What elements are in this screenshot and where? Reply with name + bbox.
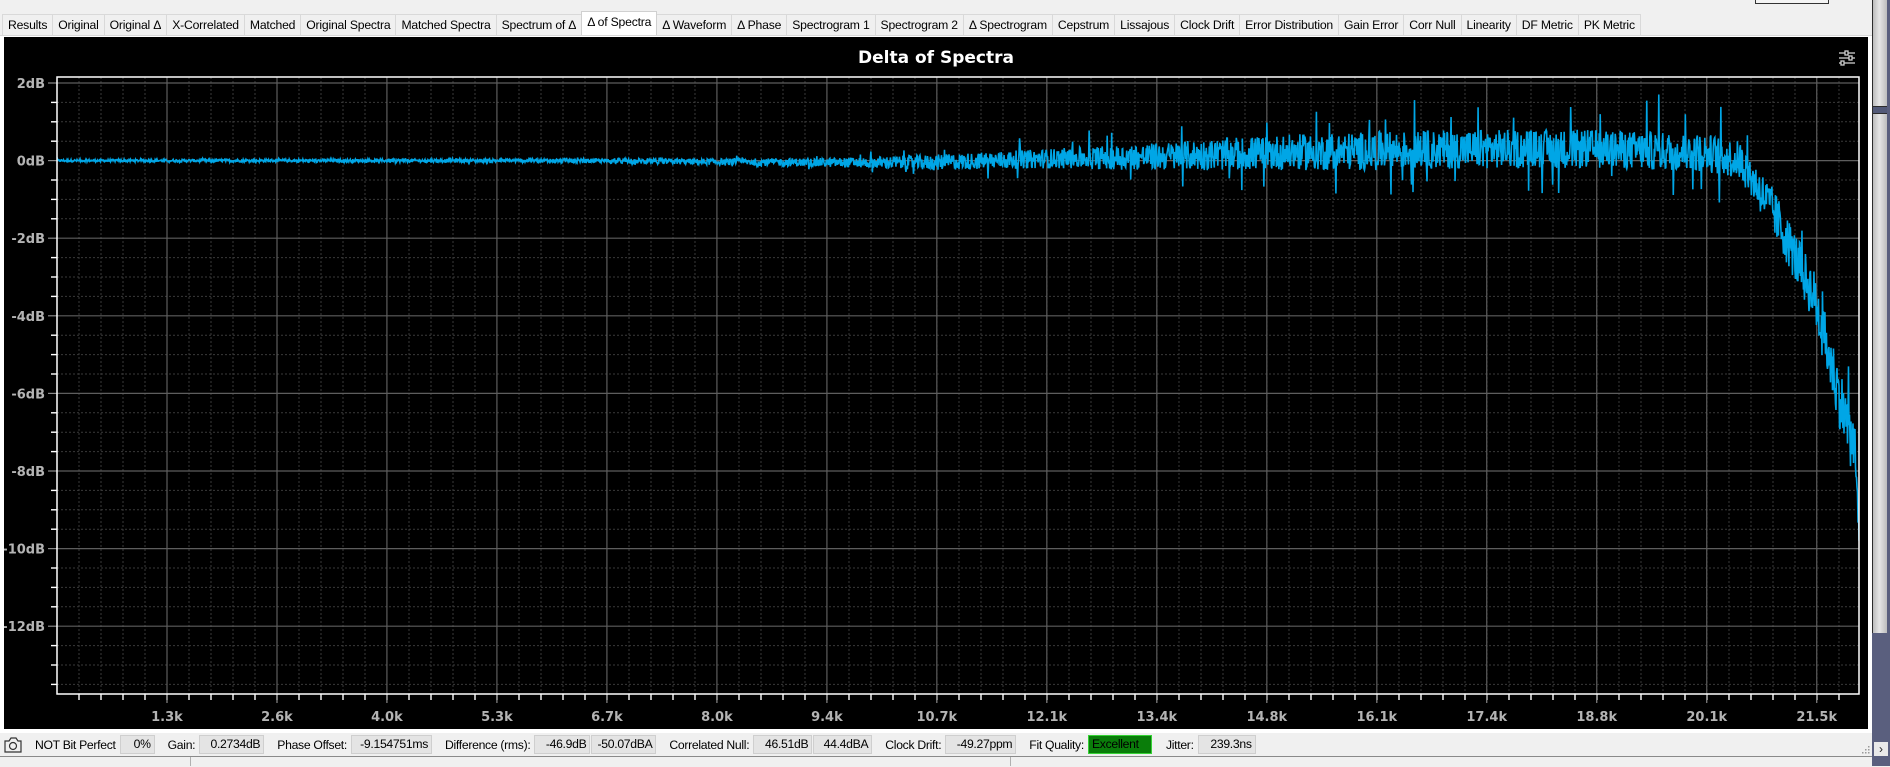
chart-title: Delta of Spectra [858, 48, 1014, 68]
tab-phase[interactable]: Δ Phase [731, 14, 788, 35]
splitter-1[interactable] [190, 757, 191, 766]
tab-gain-error[interactable]: Gain Error [1338, 14, 1405, 35]
clock-drift-label: Clock Drift: [885, 737, 942, 752]
tab-df-metric[interactable]: DF Metric [1515, 14, 1579, 35]
x-tick-label: 9.4k [811, 710, 843, 725]
jitter-value: 239.3ns [1197, 735, 1256, 754]
resize-grip-icon[interactable] [1860, 744, 1870, 754]
y-tick-label: -8dB [11, 465, 45, 480]
clock-drift-value: -49.27ppm [945, 735, 1017, 754]
phase-offset-value: -9.154751ms [351, 735, 432, 754]
y-tick-label: -2dB [11, 232, 45, 247]
x-tick-label: 21.5k [1796, 710, 1837, 725]
tab-linearity[interactable]: Linearity [1460, 14, 1517, 35]
x-tick-label: 12.1k [1026, 710, 1067, 725]
tab-results[interactable]: Results [2, 14, 54, 35]
scroll-right-button[interactable]: › [1874, 742, 1888, 756]
difference-label: Difference (rms): [445, 737, 531, 752]
tab-of-spectra[interactable]: Δ of Spectra [581, 11, 658, 35]
x-tick-label: 16.1k [1356, 710, 1397, 725]
y-tick-label: -4dB [11, 310, 45, 325]
bottom-strip [0, 756, 1872, 767]
x-tick-label: 10.7k [916, 710, 957, 725]
x-tick-label: 6.7k [591, 710, 623, 725]
difference-dba-value: -50.07dBA [591, 735, 657, 754]
phase-offset-label: Phase Offset: [277, 737, 347, 752]
vertical-scrollbar[interactable] [1872, 0, 1888, 633]
x-tick-label: 1.3k [151, 710, 183, 725]
splitter-2[interactable] [1010, 757, 1011, 766]
tab-matched[interactable]: Matched [243, 14, 302, 35]
bit-perfect-value: 0% [119, 735, 155, 754]
x-tick-label: 5.3k [481, 710, 513, 725]
x-tick-label: 13.4k [1136, 710, 1177, 725]
fit-quality-label: Fit Quality: [1029, 737, 1084, 752]
tab-original-spectra[interactable]: Original Spectra [300, 14, 397, 35]
tab-bar: Results Original Original Δ X-Correlated Mat… [2, 11, 1641, 35]
plot[interactable]: 2dB 0dB -2dB -4dB -6dB -8dB -10dB -12dB 1.3k 2.6k… [4, 37, 1868, 729]
tab-x-correlated[interactable]: X-Correlated [166, 14, 245, 35]
tab-error-distribution[interactable]: Error Distribution [1239, 14, 1340, 35]
correlated-null-label: Correlated Null: [669, 737, 750, 752]
correlated-null-db-value: 46.51dB [753, 735, 813, 754]
x-tick-label: 14.8k [1246, 710, 1287, 725]
tab-spectrogram-1[interactable]: Spectrogram 1 [786, 14, 876, 35]
tab-spectrogram[interactable]: Δ Spectrogram [962, 14, 1053, 35]
correlated-null-dba-value: 44.4dBA [813, 735, 873, 754]
tab-original[interactable]: Original Δ [103, 14, 168, 35]
tab-lissajous[interactable]: Lissajous [1114, 14, 1176, 35]
top-input-box[interactable] [1755, 0, 1829, 4]
series-line-delta-of-spectra [57, 94, 1859, 541]
fit-quality-badge: Excellent [1087, 735, 1152, 754]
x-tick-label: 2.6k [261, 710, 293, 725]
y-tick-label: 2dB [17, 77, 45, 92]
y-tick-label: -10dB [4, 543, 45, 558]
tab-corr-null[interactable]: Corr Null [1403, 14, 1462, 35]
y-tick-label: 0dB [17, 155, 45, 170]
tab-original[interactable]: Original [52, 14, 105, 35]
sliders-icon[interactable] [1838, 50, 1856, 66]
scrollbar-thumb[interactable] [1873, 106, 1887, 114]
x-tick-label: 8.0k [701, 710, 733, 725]
bit-perfect-label: NOT Bit Perfect [35, 737, 116, 752]
camera-icon[interactable] [3, 736, 23, 754]
x-tick-label: 4.0k [371, 710, 403, 725]
status-bar: NOT Bit Perfect 0% Gain: 0.2734dB Phase … [0, 733, 1872, 756]
tab-spectrogram-2[interactable]: Spectrogram 2 [874, 14, 964, 35]
tab-spectrum-of[interactable]: Spectrum of Δ [495, 14, 583, 35]
tab-cepstrum[interactable]: Cepstrum [1051, 14, 1116, 35]
x-tick-label: 17.4k [1466, 710, 1507, 725]
jitter-label: Jitter: [1165, 737, 1194, 752]
tab-waveform[interactable]: Δ Waveform [656, 14, 733, 35]
tab-clock-drift[interactable]: Clock Drift [1174, 14, 1241, 35]
gain-label: Gain: [167, 737, 196, 752]
gain-value: 0.2734dB [199, 735, 265, 754]
plot-border [56, 76, 1860, 695]
tab-matched-spectra[interactable]: Matched Spectra [395, 14, 497, 35]
chart-area: 2dB 0dB -2dB -4dB -6dB -8dB -10dB -12dB 1.3k 2.6k… [4, 37, 1868, 729]
x-tick-label: 20.1k [1686, 710, 1727, 725]
y-tick-label: -6dB [11, 387, 45, 402]
y-tick-label: -12dB [4, 620, 45, 635]
window-top-strip [0, 0, 1872, 14]
difference-db-value: -46.9dB [534, 735, 591, 754]
x-tick-label: 18.8k [1576, 710, 1617, 725]
tab-pk-metric[interactable]: PK Metric [1577, 14, 1641, 35]
